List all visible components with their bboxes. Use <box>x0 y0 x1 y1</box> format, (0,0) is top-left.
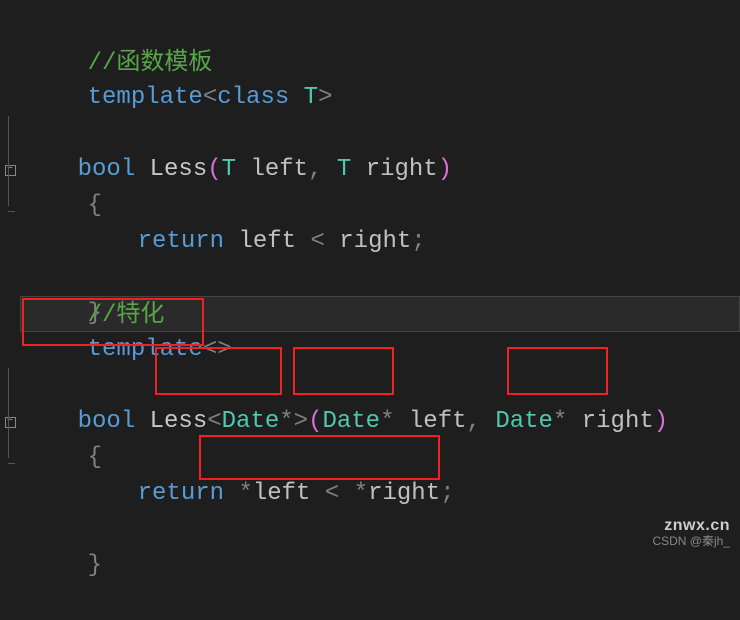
identifier: right <box>368 480 440 507</box>
deref-star: * <box>354 480 368 507</box>
operator: < <box>325 480 354 507</box>
comma: , <box>308 156 337 183</box>
fold-guide <box>8 188 9 206</box>
fold-guide <box>8 152 9 188</box>
pointer-star: * <box>553 408 582 435</box>
fold-gutter[interactable]: − <box>2 404 18 440</box>
watermark-sub: CSDN @秦jh_ <box>652 532 730 549</box>
identifier: left <box>253 480 325 507</box>
fold-guide <box>8 116 9 152</box>
keyword-bool: bool <box>78 408 150 435</box>
angle-bracket: > <box>217 336 231 363</box>
keyword-class: class <box>217 84 303 111</box>
code-line[interactable]: //特化 <box>20 260 740 296</box>
pointer-star: * <box>380 408 409 435</box>
identifier: right <box>339 228 411 255</box>
function-name: Less <box>150 408 208 435</box>
keyword-template: template <box>88 336 203 363</box>
code-editor[interactable]: //函数模板 template<class T> − bool Less(T l… <box>0 0 740 476</box>
identifier: left <box>250 156 308 183</box>
fold-end <box>8 211 15 212</box>
type-param: T <box>222 156 251 183</box>
pointer-star: * <box>279 408 293 435</box>
brace: { <box>88 192 102 219</box>
comment-slash: // <box>88 50 117 77</box>
function-name: Less <box>150 156 208 183</box>
paren: ( <box>207 156 221 183</box>
semicolon: ; <box>440 480 454 507</box>
code-line[interactable]: } <box>20 188 740 224</box>
fold-guide <box>8 440 9 458</box>
angle-bracket: > <box>294 408 308 435</box>
fold-minus-icon[interactable]: − <box>5 165 16 176</box>
identifier: left <box>409 408 467 435</box>
paren: ) <box>438 156 452 183</box>
fold-end <box>8 463 15 464</box>
type-name: Date <box>322 408 380 435</box>
operator: < <box>310 228 339 255</box>
semicolon: ; <box>411 228 425 255</box>
code-line[interactable]: //函数模板 <box>20 8 740 44</box>
identifier: right <box>366 156 438 183</box>
code-line[interactable]: { <box>20 116 740 152</box>
comment-text: 特化 <box>116 300 164 327</box>
deref-star: * <box>238 480 252 507</box>
angle-bracket: > <box>318 84 332 111</box>
paren: ) <box>654 408 668 435</box>
angle-bracket: < <box>203 84 217 111</box>
code-line[interactable]: } <box>20 440 740 476</box>
keyword-return: return <box>138 480 239 507</box>
keyword-bool: bool <box>78 156 150 183</box>
type-param: T <box>337 156 366 183</box>
comma: , <box>467 408 496 435</box>
fold-gutter[interactable]: − <box>2 152 18 188</box>
brace: { <box>88 444 102 471</box>
identifier: left <box>238 228 310 255</box>
identifier: right <box>582 408 654 435</box>
fold-guide <box>8 404 9 440</box>
fold-guide <box>8 368 9 404</box>
fold-minus-icon[interactable]: − <box>5 417 16 428</box>
angle-bracket: < <box>207 408 221 435</box>
comment-text: 函数模板 <box>116 48 212 75</box>
code-line[interactable]: { <box>20 368 740 404</box>
paren: ( <box>308 408 322 435</box>
keyword-template: template <box>88 84 203 111</box>
brace: } <box>88 552 102 579</box>
angle-bracket: < <box>203 336 217 363</box>
type-param: T <box>304 84 318 111</box>
type-name: Date <box>495 408 553 435</box>
type-name: Date <box>222 408 280 435</box>
keyword-return: return <box>138 228 239 255</box>
comment-slash: // <box>88 302 117 329</box>
